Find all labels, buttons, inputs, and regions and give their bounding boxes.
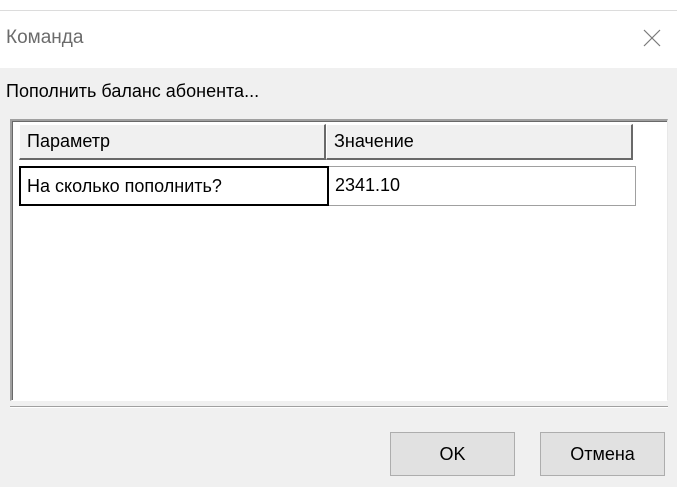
grid-cell-parameter[interactable]: На сколько пополнить?	[19, 166, 329, 206]
parameters-grid[interactable]: Параметр Значение На сколько пополнить? …	[10, 119, 668, 401]
grid-inner-border: Параметр Значение На сколько пополнить? …	[12, 121, 667, 400]
button-separator-highlight	[10, 407, 668, 408]
close-button[interactable]	[631, 20, 673, 56]
ok-button[interactable]: OK	[390, 432, 515, 476]
column-header-value[interactable]: Значение	[326, 124, 633, 160]
window-title: Команда	[6, 27, 84, 48]
cancel-button[interactable]: Отмена	[540, 432, 665, 476]
command-caption: Пополнить баланс абонента...	[6, 81, 260, 101]
title-bar: Команда	[0, 0, 677, 68]
close-icon	[643, 29, 661, 47]
column-header-parameter[interactable]: Параметр	[19, 124, 326, 160]
grid-cell-value[interactable]: 2341.10	[329, 166, 636, 206]
command-dialog: Команда Пополнить баланс абонента... Пар…	[0, 0, 677, 487]
title-divider	[0, 10, 677, 11]
